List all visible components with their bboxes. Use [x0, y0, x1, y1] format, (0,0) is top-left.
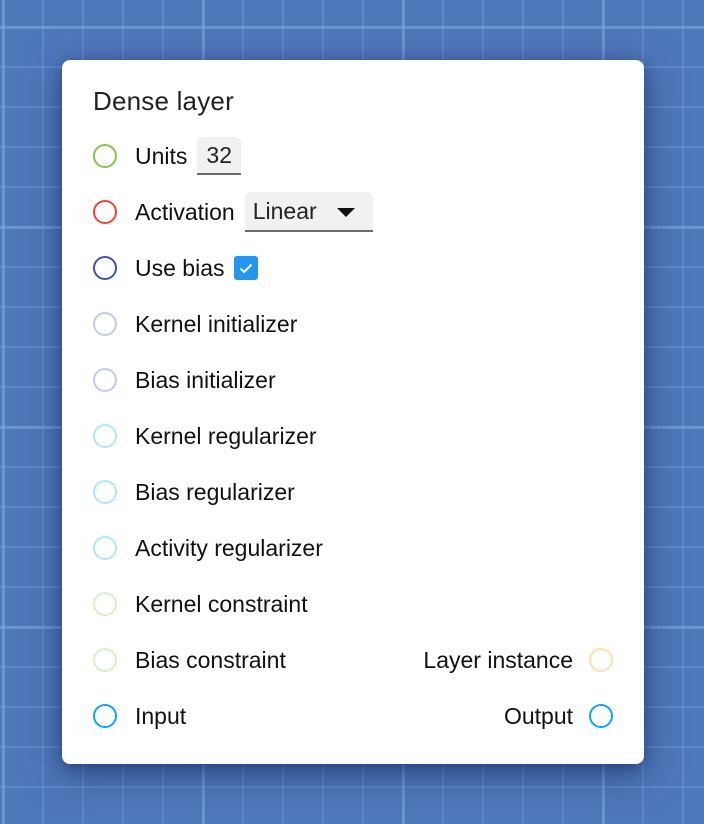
activation-selected-value: Linear	[252, 197, 317, 224]
port-activity-regularizer[interactable]	[93, 536, 117, 560]
label-bias-initializer: Bias initializer	[135, 366, 276, 393]
port-bias-constraint[interactable]	[93, 648, 117, 672]
port-bias-initializer[interactable]	[93, 368, 117, 392]
activation-select[interactable]: Linear	[244, 192, 373, 232]
row-kernel-constraint: Kernel constraint	[93, 586, 308, 622]
checkmark-icon	[240, 263, 253, 274]
row-kernel-initializer: Kernel initializer	[93, 306, 297, 342]
dense-layer-node[interactable]: Dense layer Units 32 Activation Linear U…	[62, 60, 644, 764]
port-kernel-initializer[interactable]	[93, 312, 117, 336]
port-activation[interactable]	[93, 200, 117, 224]
node-title: Dense layer	[93, 86, 234, 116]
units-input[interactable]: 32	[197, 137, 241, 175]
port-use-bias[interactable]	[93, 256, 117, 280]
label-bias-regularizer: Bias regularizer	[135, 478, 295, 505]
row-units: Units 32	[93, 137, 241, 175]
row-layer-instance: Layer instance	[423, 642, 613, 678]
label-units: Units	[135, 142, 188, 169]
label-layer-instance: Layer instance	[423, 646, 573, 673]
port-kernel-regularizer[interactable]	[93, 424, 117, 448]
row-bias-constraint: Bias constraint	[93, 642, 286, 678]
chevron-down-icon	[336, 208, 355, 217]
port-input[interactable]	[93, 704, 117, 728]
port-bias-regularizer[interactable]	[93, 480, 117, 504]
row-activation: Activation Linear	[93, 192, 373, 232]
label-activation: Activation	[135, 198, 235, 225]
row-bias-initializer: Bias initializer	[93, 362, 276, 398]
label-bias-constraint: Bias constraint	[135, 646, 286, 673]
label-use-bias: Use bias	[135, 254, 225, 281]
row-use-bias: Use bias	[93, 250, 259, 286]
port-output[interactable]	[589, 704, 613, 728]
row-output: Output	[504, 698, 613, 734]
row-bias-regularizer: Bias regularizer	[93, 474, 295, 510]
label-kernel-regularizer: Kernel regularizer	[135, 422, 317, 449]
row-kernel-regularizer: Kernel regularizer	[93, 418, 317, 454]
row-input: Input	[93, 698, 186, 734]
use-bias-checkbox[interactable]	[234, 256, 259, 280]
port-kernel-constraint[interactable]	[93, 592, 117, 616]
label-kernel-constraint: Kernel constraint	[135, 590, 308, 617]
label-input: Input	[135, 702, 187, 729]
label-output: Output	[503, 702, 573, 729]
port-layer-instance[interactable]	[589, 648, 613, 672]
port-units[interactable]	[93, 144, 117, 168]
row-activity-regularizer: Activity regularizer	[93, 530, 323, 566]
label-kernel-initializer: Kernel initializer	[135, 310, 298, 337]
label-activity-regularizer: Activity regularizer	[135, 534, 323, 561]
